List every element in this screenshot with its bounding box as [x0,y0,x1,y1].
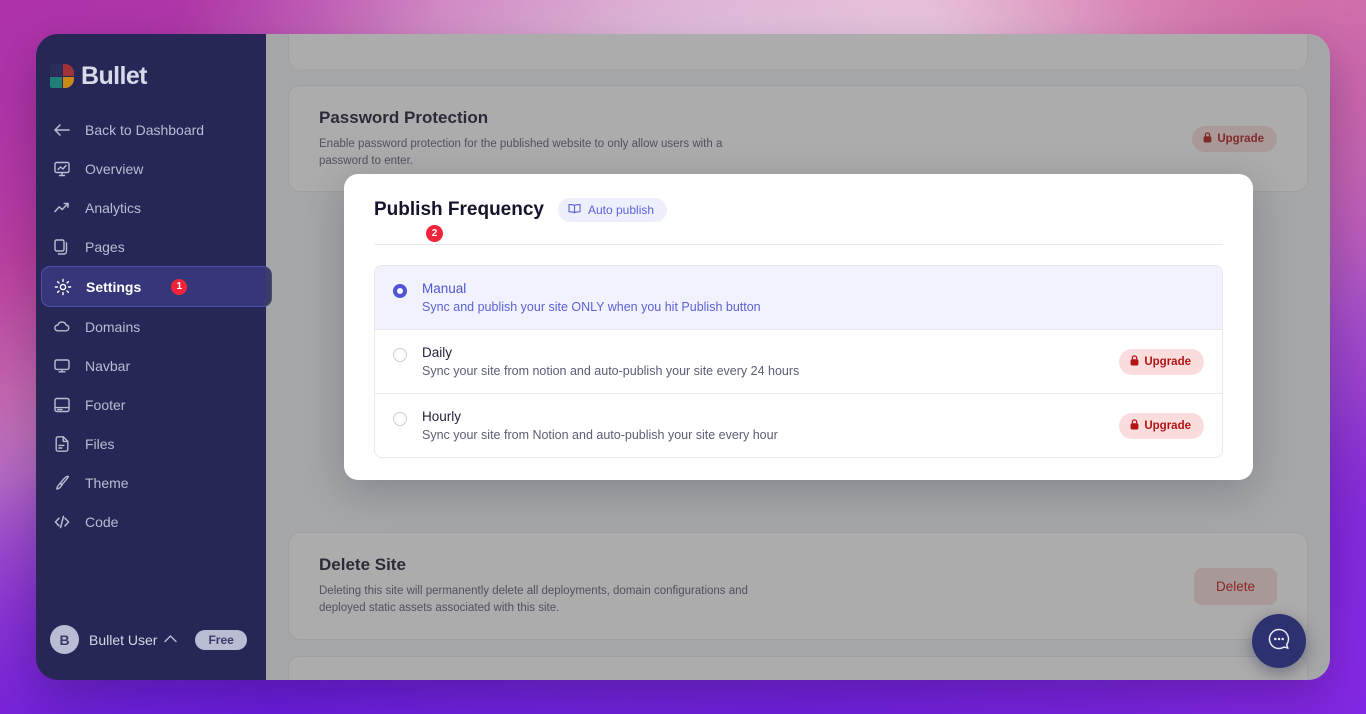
sidebar-item-theme[interactable]: Theme [36,463,266,502]
cloud-icon [52,317,71,336]
sidebar-item-badge: 1 [171,278,188,295]
delete-site-button[interactable]: Delete [1193,567,1277,605]
partial-card-above [288,34,1308,69]
chat-bubble-ellipsis-icon [1265,625,1293,658]
gear-icon [53,277,72,296]
logo-text: Bullet [81,61,147,90]
publish-option-upgrade-button[interactable]: Upgrade [1119,348,1204,375]
sidebar-item-domains[interactable]: Domains [36,307,266,346]
sidebar-item-analytics[interactable]: Analytics [36,188,266,227]
publish-option-title: Daily [422,345,453,360]
bullet-logo-icon [50,64,74,88]
radio-manual[interactable] [393,284,407,298]
sidebar-item-back-to-dashboard[interactable]: Back to Dashboard [36,110,266,149]
password-protection-upgrade-label: Upgrade [1217,132,1264,145]
pages-copy-icon [52,237,71,256]
sidebar-item-overview[interactable]: Overview [36,149,266,188]
lock-icon [1130,354,1139,369]
chat-widget-button[interactable] [1252,614,1306,668]
chevron-up-icon[interactable] [164,634,178,646]
lock-icon [1203,131,1212,146]
password-protection-upgrade-button[interactable]: Upgrade [1192,125,1277,152]
publish-option-title: Hourly [422,409,462,424]
sidebar-item-label: Domains [85,318,141,335]
step-badge: 2 [426,225,443,242]
divider [374,244,1223,245]
sidebar-item-label: Footer [85,396,126,413]
publish-frequency-title-text: Publish Frequency [374,199,544,220]
publish-option-hourly[interactable]: Hourly Sync your site from Notion and aut… [375,394,1222,457]
password-protection-description: Enable password protection for the publi… [319,138,723,167]
sidebar-user-row[interactable]: B Bullet User Free [36,625,266,680]
avatar: B [50,625,79,654]
publish-frequency-header: Publish Frequency 2 Auto publish [374,198,1223,242]
user-name: Bullet User [89,631,158,648]
publish-option-daily[interactable]: Daily Sync your site from notion and auto… [375,330,1222,394]
delete-site-description: Deleting this site will permanently dele… [319,585,748,615]
monitor-icon [52,356,71,375]
sidebar-item-label: Code [85,513,119,530]
publish-option-description: Sync your site from notion and auto-publ… [422,364,800,378]
arrow-left-icon [52,120,71,139]
sidebar-item-label: Back to Dashboard [85,121,205,138]
sidebar: Bullet Back to Dashboard Overview Analytic… [36,34,272,680]
sidebar-item-footer[interactable]: Footer [36,385,266,424]
sidebar-nav: Back to Dashboard Overview Analytics Pages S… [36,110,272,625]
document-icon [52,434,71,453]
sidebar-item-label: Analytics [85,199,142,216]
password-protection-title: Password Protection [319,108,489,127]
sidebar-item-navbar[interactable]: Navbar [36,346,266,385]
sidebar-item-label: Files [85,435,115,452]
paintbrush-icon [52,473,71,492]
code-brackets-icon [52,512,71,531]
delete-site-card: Delete Site Deleting this site will perm… [288,532,1308,640]
publish-option-upgrade-button[interactable]: Upgrade [1119,412,1204,439]
publish-option-manual[interactable]: Manual Sync and publish your site ONLY wh… [375,266,1222,330]
publish-option-upgrade-label: Upgrade [1144,355,1191,368]
radio-hourly[interactable] [393,412,407,426]
sidebar-item-pages[interactable]: Pages [36,227,266,266]
sidebar-item-label: Theme [85,474,129,491]
plan-badge: Free [195,629,247,650]
footer-layout-icon [52,395,71,414]
partial-card-below [288,655,1308,680]
publish-frequency-card: Publish Frequency 2 Auto publish Manual S… [344,174,1253,480]
app-logo[interactable]: Bullet [36,34,266,96]
trending-up-icon [52,198,71,217]
radio-daily[interactable] [393,348,407,362]
delete-site-title: Delete Site [319,555,406,575]
sidebar-item-files[interactable]: Files [36,424,266,463]
publish-option-description: Sync your site from Notion and auto-publ… [422,428,778,442]
sidebar-item-label: Pages [85,238,125,255]
sidebar-item-label: Settings [86,278,142,295]
publish-frequency-title: Publish Frequency 2 [374,199,544,242]
publish-option-title: Manual [422,281,467,296]
publish-option-upgrade-label: Upgrade [1144,419,1191,432]
sidebar-item-label: Overview [85,160,144,177]
publish-frequency-options: Manual Sync and publish your site ONLY wh… [374,265,1223,458]
book-icon [568,203,581,217]
presentation-chart-icon [52,159,71,178]
sidebar-item-code[interactable]: Code [36,502,266,541]
publish-option-description: Sync and publish your site ONLY when you… [422,300,761,314]
auto-publish-label: Auto publish [587,203,655,217]
auto-publish-badge[interactable]: Auto publish [557,198,668,222]
sidebar-item-label: Navbar [85,357,131,374]
lock-icon [1130,418,1139,433]
sidebar-item-settings[interactable]: Settings 1 [41,266,272,307]
